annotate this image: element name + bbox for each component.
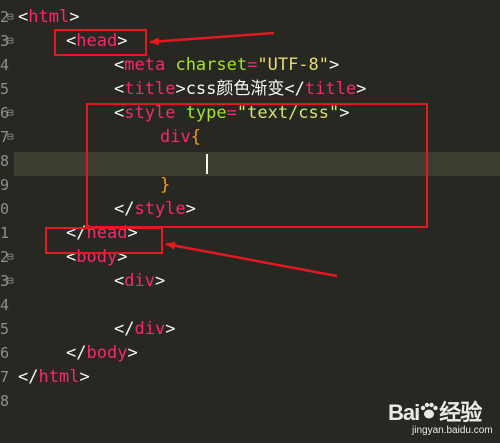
fold-toggle-icon[interactable]: ⊟ <box>7 101 14 125</box>
fold-toggle-icon[interactable]: ⊟ <box>7 269 14 293</box>
code-token: </ <box>66 343 87 363</box>
code-line[interactable]: <meta charset="UTF-8"> <box>114 53 339 77</box>
code-token: < <box>114 271 125 291</box>
code-line[interactable]: </body> <box>66 341 138 365</box>
watermark-brand-right: 经验 <box>439 400 482 425</box>
code-token: body <box>86 343 128 363</box>
fold-toggle-icon[interactable]: ⊟ <box>7 5 14 29</box>
baidu-jingyan-watermark: Bai 经验 jingyan.baidu.com <box>384 395 494 441</box>
code-line[interactable]: <div> <box>114 269 165 293</box>
code-line[interactable]: <html> <box>18 5 79 29</box>
code-token: charset <box>175 55 248 75</box>
code-token: < <box>114 79 125 99</box>
code-token: html <box>28 7 70 27</box>
code-token: title <box>304 79 357 99</box>
line-number: 4 <box>0 56 10 74</box>
code-editor[interactable]: 2 ⊟ 3 ⊟ 4 5 6 ⊟ 7 ⊟ 8 9 0 1 2 ⊟ 3 ⊟ 4 5 6 7 8 <html> <head> <met… <box>0 0 500 443</box>
code-token: > <box>79 367 90 387</box>
code-token: > <box>356 79 367 99</box>
code-token: = <box>247 55 258 75</box>
fold-toggle-icon[interactable]: ⊟ <box>7 29 14 53</box>
code-token: </ <box>114 319 135 339</box>
code-token: </ <box>18 367 39 387</box>
code-token: > <box>175 79 186 99</box>
code-line[interactable]: </html> <box>18 365 90 389</box>
line-number: 6 <box>0 344 10 362</box>
code-token: "UTF-8" <box>257 55 330 75</box>
code-token: div <box>124 271 155 291</box>
fold-toggle-icon[interactable]: ⊟ <box>7 125 14 149</box>
line-number: 1 <box>0 224 10 242</box>
head-open-highlight-box <box>54 29 147 56</box>
head-close-highlight-box <box>45 227 163 254</box>
code-line[interactable]: </div> <box>114 317 175 341</box>
code-token: title <box>124 79 176 99</box>
line-number: 4 <box>0 296 10 314</box>
code-token: css颜色渐变 <box>185 79 285 99</box>
code-token: > <box>329 55 340 75</box>
code-line[interactable]: <title>css颜色渐变</title> <box>114 77 366 101</box>
line-number: 7 <box>0 368 10 386</box>
watermark-brand: Bai 经验 <box>388 395 482 427</box>
line-number: 0 <box>0 200 10 218</box>
line-number: 5 <box>0 80 10 98</box>
code-token: > <box>127 343 138 363</box>
code-token: html <box>38 367 80 387</box>
fold-toggle-icon[interactable]: ⊟ <box>7 245 14 269</box>
code-token: div <box>134 319 166 339</box>
code-token: > <box>69 7 80 27</box>
watermark-url: jingyan.baidu.com <box>412 425 493 436</box>
line-number: 9 <box>0 176 10 194</box>
style-block-highlight-box <box>86 103 428 228</box>
code-token: > <box>154 271 166 291</box>
line-number: 8 <box>0 152 10 170</box>
arrow-to-head-close <box>165 241 338 278</box>
paw-icon <box>419 401 439 427</box>
line-number: 5 <box>0 320 10 338</box>
line-number: 8 <box>0 392 10 410</box>
code-token: < <box>18 7 29 27</box>
arrow-to-head-open <box>149 31 275 46</box>
code-token: > <box>165 319 176 339</box>
code-token: < <box>114 55 125 75</box>
code-token: </ <box>284 79 305 99</box>
watermark-brand-left: Bai <box>388 400 420 425</box>
code-token: meta <box>124 55 166 75</box>
